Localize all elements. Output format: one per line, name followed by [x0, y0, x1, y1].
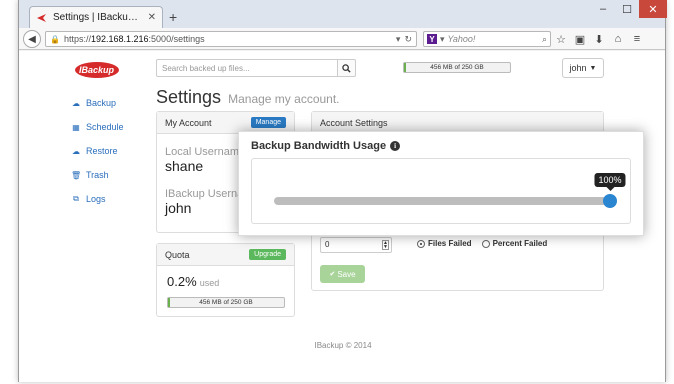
copy-icon: ⧉ — [73, 194, 79, 203]
logo-text: IBackup — [79, 65, 115, 75]
bandwidth-usage-heading: Backup Bandwidth Usage i — [251, 140, 401, 152]
menu-icon[interactable]: ≡ — [631, 33, 643, 45]
minimize-icon[interactable]: – — [591, 0, 615, 18]
my-account-title: My Account — [165, 117, 212, 128]
close-icon[interactable]: ✕ — [639, 0, 667, 18]
lock-icon: 🔒 — [50, 34, 60, 44]
back-arrow-icon: ◀ — [28, 33, 36, 45]
header-quota-bar: 456 MB of 250 GB — [403, 62, 511, 73]
quota-progress-text: 456 MB of 250 GB — [199, 299, 253, 306]
bandwidth-usage-title: Backup Bandwidth Usage — [251, 140, 387, 152]
quota-title: Quota — [165, 249, 190, 260]
engine-dropdown-icon[interactable]: ▾ — [440, 34, 445, 45]
upgrade-button[interactable]: Upgrade — [249, 249, 286, 260]
user-name: john — [569, 63, 587, 73]
address-bar[interactable]: 🔒 https://192.168.1.216:5000/settings ▾ … — [45, 31, 417, 47]
clipboard-icon[interactable]: ▣ — [574, 33, 586, 46]
search-icon — [342, 63, 351, 73]
url-host: 192.168.1.216 — [90, 34, 149, 44]
title-bar: Settings | IBackup - DataCe... ✕ + – ☐ ✕ — [19, 0, 667, 28]
quota-used-value: 0.2% — [167, 274, 197, 289]
bandwidth-slider-handle[interactable] — [603, 194, 617, 208]
page-subtitle: Manage my account. — [228, 92, 340, 106]
navigation-toolbar: ◀ 🔒 https://192.168.1.216:5000/settings … — [19, 28, 665, 50]
percent-failed-label: Percent Failed — [492, 239, 548, 248]
files-failed-label: Files Failed — [428, 239, 472, 248]
check-icon: ✔ — [329, 271, 336, 278]
file-search-input[interactable]: Search backed up files... — [156, 59, 338, 77]
quota-progress-bar: 456 MB of 250 GB — [167, 297, 285, 308]
sidebar-item-schedule[interactable]: ▦ Schedule — [71, 115, 124, 139]
browser-search-placeholder: Yahoo! — [447, 34, 476, 44]
url-text: https://192.168.1.216:5000/settings — [64, 34, 392, 44]
page-title: Settings Manage my account. — [156, 87, 340, 108]
footer-copyright: IBackup © 2014 — [314, 341, 372, 350]
quota-header: Quota Upgrade — [157, 244, 294, 266]
sidebar-item-label: Restore — [86, 146, 118, 156]
toolbar-icons: ☆ ▣ ⬇ ⌂ ≡ — [555, 31, 643, 47]
sidebar-item-label: Logs — [86, 194, 106, 204]
calendar-icon: ▦ — [72, 122, 80, 132]
bandwidth-slider-track[interactable] — [274, 197, 610, 205]
search-icon[interactable]: ⌕ — [542, 34, 547, 45]
back-button[interactable]: ◀ — [23, 30, 41, 48]
save-button[interactable]: ✔ Save — [320, 265, 365, 283]
sidebar-item-label: Schedule — [86, 122, 124, 132]
radio-unselected-icon — [481, 239, 490, 248]
bandwidth-slider-well: 100% — [251, 158, 631, 224]
maximize-icon[interactable]: ☐ — [615, 0, 639, 18]
percent-failed-radio[interactable]: Percent Failed — [481, 239, 548, 248]
sidebar: ☁ Backup ▦ Schedule ☁ Restore 🗑 Trash ⧉ … — [71, 91, 124, 211]
header-quota-text: 456 MB of 250 GB — [430, 64, 484, 71]
account-settings-title: Account Settings — [320, 117, 388, 128]
radio-selected-icon — [417, 239, 425, 248]
threshold-type-radios: Files Failed Percent Failed — [417, 239, 547, 248]
reload-icon[interactable]: ↻ — [404, 34, 412, 45]
sidebar-item-restore[interactable]: ☁ Restore — [71, 139, 124, 163]
url-prefix: https:// — [63, 34, 91, 44]
manage-button[interactable]: Manage — [250, 117, 286, 128]
url-path: :5000/settings — [148, 34, 205, 44]
bandwidth-usage-popup: Backup Bandwidth Usage i 100% — [238, 131, 644, 236]
bandwidth-value-tooltip: 100% — [594, 173, 626, 191]
trash-icon: 🗑 — [71, 170, 82, 180]
quota-panel: Quota Upgrade 0.2% used 456 MB of 250 GB — [156, 243, 295, 317]
yahoo-icon[interactable]: Y — [427, 34, 437, 44]
browser-search-bar[interactable]: Y ▾ Yahoo! ⌕ — [423, 31, 551, 47]
new-tab-button[interactable]: + — [169, 9, 177, 25]
files-failed-radio[interactable]: Files Failed — [417, 239, 472, 248]
file-search-button[interactable] — [338, 59, 356, 77]
cloud-upload-icon: ☁ — [72, 98, 80, 108]
sidebar-item-backup[interactable]: ☁ Backup — [71, 91, 124, 115]
quota-used-suffix: used — [199, 278, 220, 288]
sidebar-item-label: Trash — [86, 170, 109, 180]
file-search: Search backed up files... — [156, 59, 356, 77]
caret-down-icon: ▼ — [589, 64, 597, 72]
sidebar-item-logs[interactable]: ⧉ Logs — [71, 187, 124, 211]
tab-title: Settings | IBackup - DataCe... — [53, 12, 143, 23]
close-tab-icon[interactable]: ✕ — [148, 12, 156, 23]
ibackup-favicon-icon — [37, 13, 46, 22]
page-title-text: Settings — [156, 87, 222, 107]
sidebar-item-label: Backup — [86, 98, 117, 108]
user-menu-button[interactable]: john ▼ — [562, 58, 604, 78]
browser-tab[interactable]: Settings | IBackup - DataCe... ✕ — [29, 6, 163, 28]
ibackup-logo[interactable]: IBackup — [73, 60, 125, 80]
info-icon[interactable]: i — [390, 141, 401, 151]
sidebar-item-trash[interactable]: 🗑 Trash — [71, 163, 124, 187]
stepper-arrows-icon[interactable]: ▲ ▼ — [382, 240, 389, 250]
home-icon[interactable]: ⌂ — [612, 33, 624, 45]
dropdown-icon[interactable]: ▾ — [396, 34, 401, 45]
star-icon[interactable]: ☆ — [555, 33, 567, 46]
save-label: Save — [337, 269, 356, 279]
cloud-download-icon: ☁ — [72, 146, 80, 156]
failure-threshold-stepper[interactable]: 0 ▲ ▼ — [320, 237, 392, 253]
download-icon[interactable]: ⬇ — [593, 33, 605, 46]
stepper-value: 0 — [325, 240, 330, 249]
